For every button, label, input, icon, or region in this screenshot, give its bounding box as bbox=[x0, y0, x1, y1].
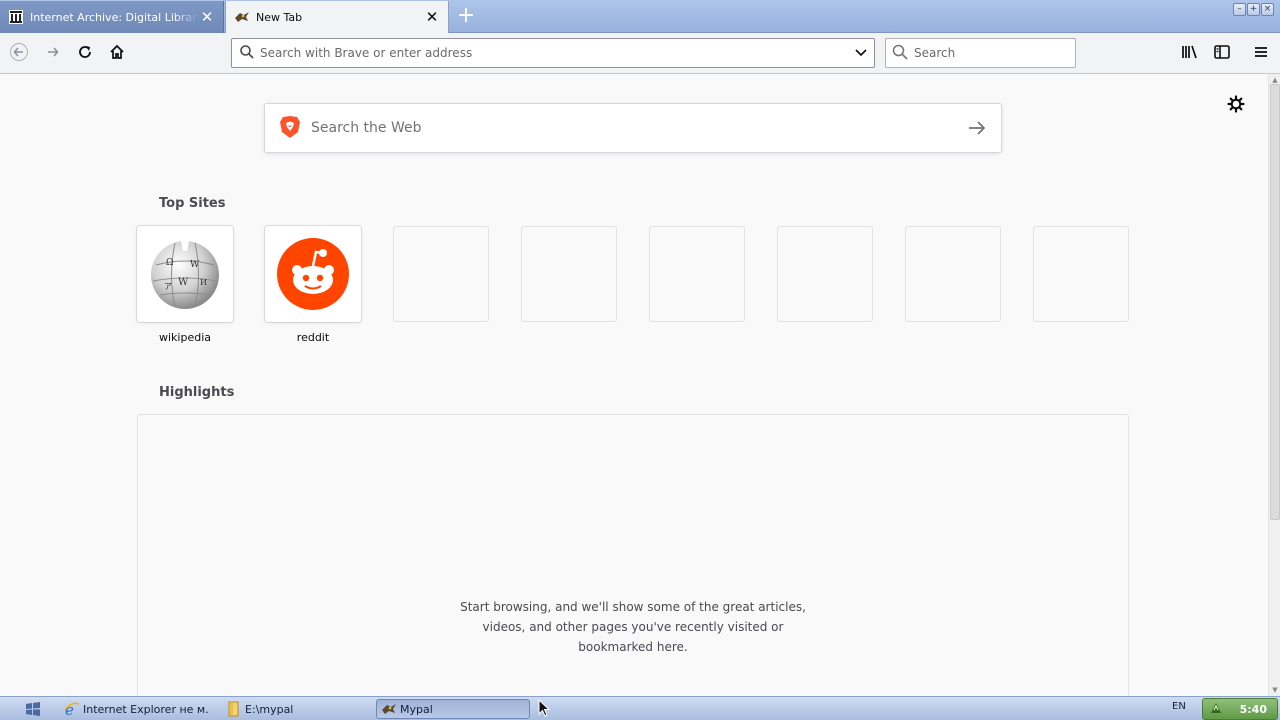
windows-logo-icon bbox=[26, 702, 40, 716]
clock[interactable]: 5:40 bbox=[1240, 703, 1267, 716]
reddit-icon bbox=[277, 238, 349, 310]
svg-text:Ω: Ω bbox=[166, 258, 173, 268]
mypal-icon bbox=[381, 701, 397, 717]
empty-message-line: bookmarked here. bbox=[578, 640, 688, 654]
forward-arrow-icon bbox=[44, 43, 62, 64]
scrollbar-thumb[interactable] bbox=[1270, 84, 1280, 520]
taskbar-item-mypal[interactable]: Mypal bbox=[376, 699, 530, 719]
search-input[interactable] bbox=[914, 46, 1075, 60]
search-icon[interactable] bbox=[892, 44, 908, 63]
back-button[interactable] bbox=[5, 39, 33, 67]
network-tray-icon[interactable] bbox=[1209, 701, 1223, 718]
url-bar bbox=[231, 38, 875, 68]
top-site-tile-reddit[interactable] bbox=[265, 226, 361, 322]
top-site-label[interactable]: wikipedia bbox=[137, 331, 233, 344]
taskbar-item-ie[interactable]: e Internet Explorer не м... bbox=[60, 699, 210, 719]
customize-button[interactable] bbox=[1226, 94, 1246, 114]
gear-icon bbox=[1227, 95, 1245, 113]
top-site-label[interactable]: reddit bbox=[265, 331, 361, 344]
tab-new-tab[interactable]: New Tab ✕ bbox=[225, 1, 449, 33]
top-site-tile-empty[interactable] bbox=[777, 226, 873, 322]
ie-icon: e bbox=[64, 701, 80, 717]
scroll-up-arrow-icon[interactable]: ▲ bbox=[1271, 76, 1279, 84]
taskbar-item-label: Internet Explorer не м... bbox=[83, 702, 210, 716]
svg-text:И: И bbox=[200, 278, 207, 287]
home-button[interactable] bbox=[103, 39, 131, 67]
close-window-button[interactable]: × bbox=[1261, 3, 1274, 16]
taskbar-item-folder[interactable]: E:\mypal bbox=[222, 699, 362, 719]
new-tab-page: Top Sites Ω W W И ア bbox=[0, 74, 1268, 696]
vertical-scrollbar[interactable]: ▲ ▼ bbox=[1268, 74, 1280, 696]
taskbar: e Internet Explorer не м... E:\mypal Myp… bbox=[0, 696, 1280, 720]
scroll-down-arrow-icon[interactable]: ▼ bbox=[1271, 686, 1279, 694]
tab-title: New Tab bbox=[256, 10, 303, 24]
top-site-tile-empty[interactable] bbox=[1033, 226, 1129, 322]
url-history-dropdown[interactable] bbox=[848, 39, 874, 67]
web-search-input[interactable] bbox=[311, 120, 953, 136]
library-button[interactable] bbox=[1176, 39, 1204, 67]
back-arrow-icon bbox=[10, 42, 28, 64]
close-tab-icon[interactable]: ✕ bbox=[424, 9, 440, 25]
web-search-box bbox=[264, 103, 1002, 153]
tab-title: Internet Archive: Digital Library of bbox=[30, 10, 199, 24]
svg-text:W: W bbox=[190, 260, 200, 270]
empty-message-line: videos, and other pages you've recently … bbox=[482, 620, 784, 634]
wikipedia-icon: Ω W W И ア bbox=[151, 241, 219, 309]
top-site-tile-empty[interactable] bbox=[905, 226, 1001, 322]
top-sites-title: Top Sites bbox=[159, 196, 226, 211]
brave-logo-icon bbox=[279, 115, 301, 142]
reload-button[interactable] bbox=[71, 39, 99, 67]
language-indicator[interactable]: EN bbox=[1172, 701, 1186, 712]
taskbar-item-label: Mypal bbox=[400, 702, 433, 716]
navigation-toolbar bbox=[0, 33, 1280, 74]
archive-icon bbox=[8, 9, 24, 25]
chevron-down-icon bbox=[855, 49, 867, 57]
sidebar-icon bbox=[1214, 44, 1230, 62]
search-submit-button[interactable] bbox=[953, 104, 1001, 152]
top-site-tile-empty[interactable] bbox=[649, 226, 745, 322]
folder-icon bbox=[226, 701, 242, 717]
window-controls: – + × bbox=[1233, 3, 1274, 16]
sidebar-toggle-button[interactable] bbox=[1208, 39, 1236, 67]
close-tab-icon[interactable]: ✕ bbox=[199, 9, 215, 25]
start-button[interactable] bbox=[22, 699, 44, 719]
address-input[interactable] bbox=[260, 46, 848, 60]
highlights-title: Highlights bbox=[159, 385, 235, 400]
top-site-tile-wikipedia[interactable]: Ω W W И ア bbox=[137, 226, 233, 322]
minimize-button[interactable]: – bbox=[1233, 3, 1246, 16]
empty-message-line: Start browsing, and we'll show some of t… bbox=[460, 600, 806, 614]
search-bar bbox=[885, 38, 1076, 68]
home-icon bbox=[109, 44, 125, 63]
svg-text:ア: ア bbox=[164, 282, 172, 291]
top-site-tile-empty[interactable] bbox=[521, 226, 617, 322]
search-icon bbox=[240, 44, 254, 62]
highlights-empty-state: Start browsing, and we'll show some of t… bbox=[137, 414, 1129, 696]
arrow-right-icon bbox=[969, 121, 986, 135]
taskbar-item-label: E:\mypal bbox=[245, 702, 294, 716]
top-site-tile-empty[interactable] bbox=[393, 226, 489, 322]
reload-icon bbox=[77, 44, 93, 63]
highlights-empty-message: Start browsing, and we'll show some of t… bbox=[138, 597, 1128, 657]
mouse-cursor-icon bbox=[538, 699, 550, 717]
system-tray: 5:40 bbox=[1202, 698, 1278, 720]
forward-button[interactable] bbox=[39, 39, 67, 67]
tab-strip: Internet Archive: Digital Library of ✕ N… bbox=[0, 0, 1280, 33]
new-tab-button[interactable]: + bbox=[454, 5, 478, 29]
library-icon bbox=[1181, 44, 1199, 63]
mypal-icon bbox=[234, 9, 250, 25]
hamburger-menu-icon bbox=[1254, 46, 1268, 61]
menu-button[interactable] bbox=[1247, 39, 1275, 67]
svg-text:W: W bbox=[178, 277, 189, 288]
tab-internet-archive[interactable]: Internet Archive: Digital Library of ✕ bbox=[0, 1, 224, 33]
maximize-button[interactable]: + bbox=[1247, 3, 1260, 16]
